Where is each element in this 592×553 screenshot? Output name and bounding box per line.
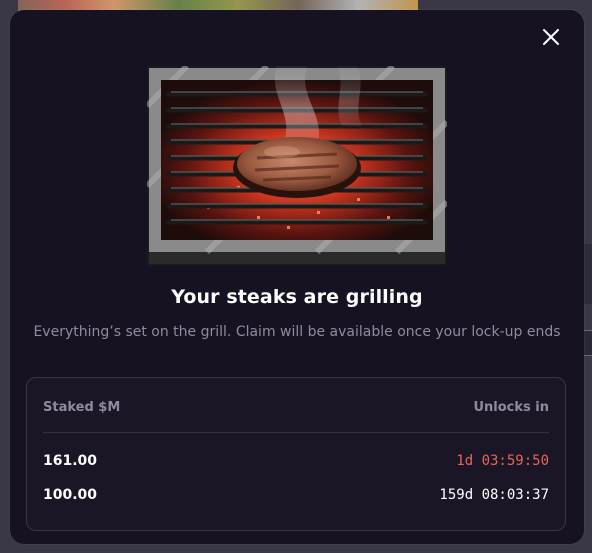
close-button[interactable]: [540, 26, 562, 48]
table-row: 100.00 159d 08:03:37: [43, 487, 549, 507]
staked-amount: 161.00: [43, 453, 98, 469]
grill-steak-illustration: [147, 66, 447, 266]
staking-modal: Your steaks are grilling Everything’s se…: [10, 10, 584, 544]
modal-title: Your steaks are grilling: [171, 286, 423, 308]
staked-amount: 100.00: [43, 487, 98, 503]
column-header-staked: Staked $M: [43, 400, 121, 415]
column-header-unlocks: Unlocks in: [473, 400, 549, 415]
unlock-countdown: 1d 03:59:50: [456, 453, 549, 469]
table-divider: [43, 432, 549, 433]
modal-subtitle: Everything’s set on the grill. Claim wil…: [33, 324, 561, 340]
unlock-countdown: 159d 08:03:37: [439, 487, 549, 503]
table-row: 161.00 1d 03:59:50: [43, 453, 549, 473]
close-icon: [543, 29, 559, 45]
stakes-table: Staked $M Unlocks in 161.00 1d 03:59:50 …: [26, 377, 566, 531]
